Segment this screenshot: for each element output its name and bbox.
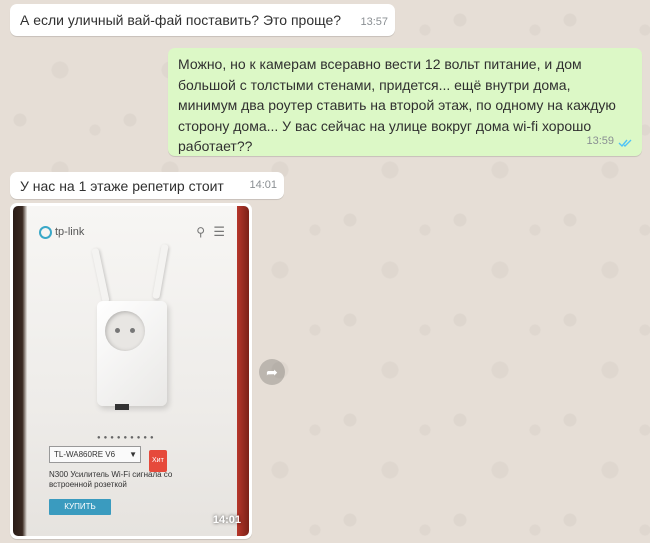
message-time: 13:59 bbox=[586, 135, 614, 147]
photo-phone-screen: tp-link ⚲ ☰ ●●●●●●●●● TL-WA860RE V6 ▼ Хит… bbox=[27, 206, 237, 536]
router-antenna bbox=[152, 243, 169, 300]
message-time: 14:01 bbox=[212, 514, 241, 526]
message-incoming[interactable]: А если уличный вай-фай поставить? Это пр… bbox=[10, 4, 395, 36]
message-time: 14:01 bbox=[249, 179, 277, 191]
photo-attachment[interactable]: tp-link ⚲ ☰ ●●●●●●●●● TL-WA860RE V6 ▼ Хит… bbox=[13, 206, 249, 536]
message-incoming[interactable]: У нас на 1 этаже репетир стоит 14:01 bbox=[10, 172, 284, 199]
message-outgoing[interactable]: Можно, но к камерам всеравно вести 12 во… bbox=[168, 48, 642, 156]
hit-badge: Хит bbox=[149, 450, 167, 472]
model-select: TL-WA860RE V6 ▼ bbox=[49, 446, 141, 463]
buy-button: КУПИТЬ bbox=[49, 499, 111, 515]
router-antenna bbox=[91, 247, 110, 304]
search-icon: ⚲ bbox=[196, 225, 205, 239]
message-image[interactable]: tp-link ⚲ ☰ ●●●●●●●●● TL-WA860RE V6 ▼ Хит… bbox=[10, 203, 252, 539]
ethernet-port bbox=[115, 404, 129, 410]
message-text: А если уличный вай-фай поставить? Это пр… bbox=[20, 12, 342, 28]
message-time: 13:57 bbox=[360, 16, 388, 28]
forward-icon[interactable]: ➦ bbox=[259, 359, 285, 385]
double-check-icon bbox=[618, 139, 632, 148]
carousel-dots: ●●●●●●●●● bbox=[97, 435, 157, 441]
power-socket bbox=[105, 311, 145, 351]
chevron-down-icon: ▼ bbox=[129, 450, 137, 459]
tp-link-logo: tp-link bbox=[39, 222, 84, 242]
menu-icon: ☰ bbox=[213, 224, 225, 239]
range-extender-image bbox=[97, 301, 167, 406]
message-text: У нас на 1 этаже репетир стоит bbox=[20, 178, 224, 194]
product-description: N300 Усилитель Wi-Fi сигнала со встроенн… bbox=[49, 470, 173, 489]
message-text: Можно, но к камерам всеравно вести 12 во… bbox=[178, 56, 616, 154]
